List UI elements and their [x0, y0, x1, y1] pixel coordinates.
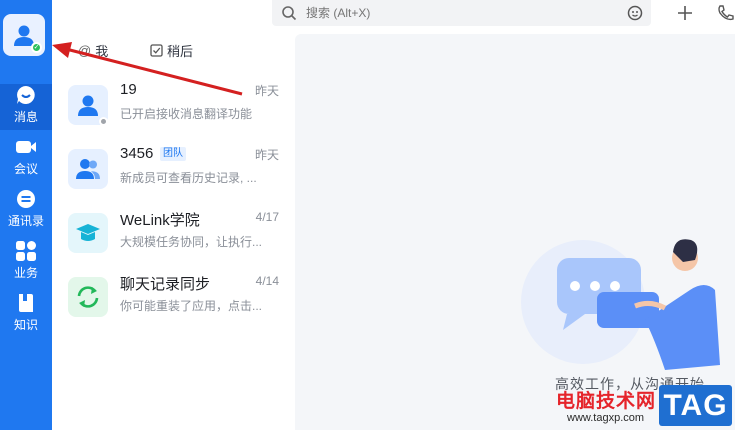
meeting-icon: [15, 136, 37, 158]
nav-knowledge[interactable]: 知识: [0, 292, 52, 338]
avatar: [68, 277, 108, 317]
annotation-arrow-icon: [52, 42, 243, 96]
plus-icon[interactable]: [675, 3, 695, 23]
my-avatar[interactable]: ✓: [3, 14, 45, 56]
search-box[interactable]: [272, 0, 651, 26]
conversation-time: 4/17: [255, 210, 279, 224]
group-icon: [76, 159, 100, 179]
watermark-site-name: 电脑技术网: [556, 391, 657, 412]
graduation-cap-icon: [76, 224, 100, 241]
gesture-icon[interactable]: [627, 5, 643, 21]
conversation-preview: 已开启接收消息翻译功能: [120, 107, 253, 121]
conversation-item[interactable]: 聊天记录同步 4/14 你可能重装了应用，点击...: [52, 269, 289, 333]
conversation-preview: 新成员可查看历史记录, ...: [120, 171, 257, 185]
nav-messages[interactable]: 消息: [0, 84, 52, 130]
nav-label: 业务: [13, 266, 38, 280]
avatar: [68, 213, 108, 253]
sync-icon: [77, 286, 99, 308]
knowledge-icon: [16, 292, 36, 314]
conversation-preview: 大规模任务协同，让执行...: [120, 235, 263, 249]
conversation-title: 3456: [120, 145, 154, 162]
chat-empty-panel: 高效工作，从沟通开始: [295, 34, 735, 430]
conversation-preview: 你可能重装了应用，点击...: [120, 299, 263, 313]
nav-label: 会议: [13, 162, 38, 176]
conversation-title: WeLink学院: [120, 212, 200, 229]
search-icon: [282, 6, 297, 21]
message-icon: [15, 84, 37, 106]
conversation-item[interactable]: 3456 团队 昨天 新成员可查看历史记录, ...: [52, 141, 289, 205]
nav-label: 知识: [13, 318, 38, 332]
offline-status-icon: [99, 117, 108, 126]
empty-state-illustration: [521, 239, 720, 370]
watermark-logo: TAG: [659, 385, 732, 426]
conversation-time: 4/14: [255, 274, 279, 288]
search-input[interactable]: [304, 3, 584, 23]
conversation-item[interactable]: WeLink学院 4/17 大规模任务协同，让执行...: [52, 205, 289, 269]
avatar: [68, 149, 108, 189]
team-badge: 团队: [160, 147, 186, 161]
nav-label: 通讯录: [7, 214, 44, 228]
phone-icon[interactable]: [716, 3, 735, 23]
apps-icon: [15, 240, 37, 262]
conversation-time: 昨天: [254, 148, 279, 162]
left-sidebar: ✓ 消息 会议 通讯录 业务 知识: [0, 0, 52, 430]
nav-meetings[interactable]: 会议: [0, 136, 52, 182]
conversation-title: 聊天记录同步: [120, 276, 211, 293]
online-status-icon: ✓: [31, 42, 42, 53]
nav-label: 消息: [13, 110, 38, 124]
contacts-icon: [15, 188, 37, 210]
watermark-url: www.tagxp.com: [567, 412, 645, 424]
conversation-time: 昨天: [254, 84, 279, 98]
nav-contacts[interactable]: 通讯录: [0, 188, 52, 234]
nav-business[interactable]: 业务: [0, 240, 52, 286]
